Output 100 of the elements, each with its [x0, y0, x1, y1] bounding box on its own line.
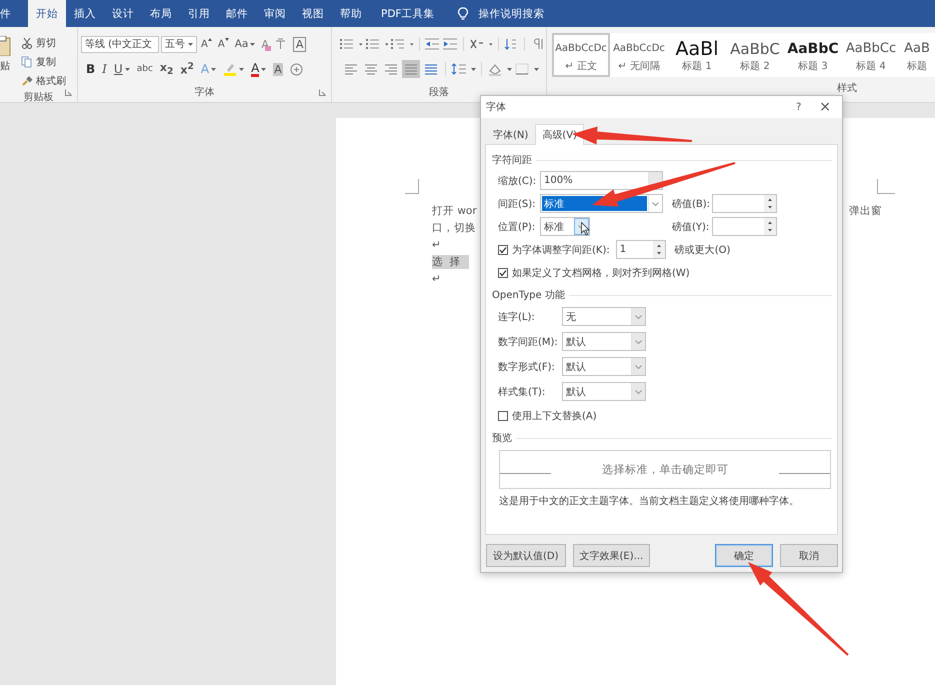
style-item[interactable]: AaBbC 标题 3 [784, 33, 842, 77]
ribbon-tab[interactable]: 邮件 [218, 0, 256, 27]
underline-button[interactable]: U [112, 60, 132, 78]
alignment-icon [345, 64, 357, 74]
dialog-button[interactable]: 确定 [715, 544, 773, 567]
dialog-tab[interactable]: 字体(N) [486, 125, 536, 144]
points-field[interactable] [712, 217, 777, 236]
dialog-launcher-icon[interactable] [65, 89, 72, 96]
subscript-button[interactable]: x$_{2}$ [158, 60, 176, 78]
ribbon-tab[interactable]: 帮助 [332, 0, 370, 27]
dialog-launcher-icon[interactable] [319, 89, 326, 96]
tell-me-search[interactable]: 操作说明搜索 [478, 6, 544, 20]
font-field[interactable]: 等线 (中文正文 [81, 36, 159, 52]
format-painter-button[interactable]: 格式刷 [19, 72, 68, 90]
copy-icon [21, 56, 33, 68]
field-label: 磅值(B): [672, 198, 712, 210]
opentype-combo[interactable]: 默认 [562, 382, 646, 401]
style-name: ↵ 无间隔 [618, 60, 660, 73]
dialog-button[interactable]: 取消 [780, 544, 838, 567]
lightbulb-icon[interactable] [458, 6, 468, 20]
ribbon-tab[interactable]: 布局 [142, 0, 180, 27]
paste-button[interactable]: 贴 [0, 59, 10, 73]
style-item[interactable]: AaBbCc 标题 4 [842, 33, 900, 77]
style-preview: AaBl [676, 39, 718, 59]
scale-combo[interactable]: 100% [540, 171, 663, 190]
asian-layout-icon[interactable] [469, 37, 486, 51]
checkbox-icon[interactable] [498, 244, 508, 254]
document-text: 弹出窗 [849, 204, 882, 218]
borders-icon[interactable] [514, 62, 530, 76]
multilevel-icon[interactable] [390, 37, 406, 51]
line-spacing-icon[interactable] [451, 62, 467, 76]
style-name: 标题 3 [798, 60, 828, 73]
field-label: 磅或更大(O) [674, 244, 730, 256]
field-label: 位置(P): [498, 220, 536, 234]
dialog-button[interactable]: 设为默认值(D) [486, 544, 566, 567]
italic-button[interactable]: I [100, 60, 109, 78]
style-item[interactable]: AaBbC 标题 2 [726, 33, 784, 77]
dialog-button[interactable]: 文字效果(E)... [572, 544, 650, 567]
strikethrough-button[interactable]: abc [134, 60, 155, 78]
contextual-alternates-checkbox[interactable]: 使用上下文替换(A) [498, 408, 597, 422]
style-item[interactable]: AaBbCcDc ↵ 正文 [552, 33, 610, 77]
ribbon-tab[interactable]: 开始 [28, 0, 66, 27]
group-label: 样式 [837, 82, 857, 96]
alignment-icon [385, 64, 397, 74]
shrink-font-button[interactable]: A [216, 34, 231, 54]
justify-button[interactable] [402, 60, 420, 78]
style-item[interactable]: AaBbCcDc ↵ 无间隔 [610, 33, 668, 77]
kerning-checkbox[interactable]: 为字体调整字间距(K): [498, 242, 610, 256]
grow-font-button[interactable]: A [199, 34, 214, 54]
section-title: OpenType 功能 [492, 288, 565, 302]
paintbrush-icon [21, 75, 33, 87]
character-shading-button[interactable]: A [271, 60, 285, 78]
document-text: ↵ [432, 272, 441, 284]
bold-button[interactable]: B [84, 60, 98, 78]
close-button[interactable]: × [816, 99, 834, 115]
mouse-cursor-icon [581, 222, 590, 236]
help-button[interactable]: ? [792, 99, 804, 115]
group-label: 段落 [429, 86, 449, 100]
ribbon-tab[interactable]: 审阅 [256, 0, 294, 27]
ribbon-tab[interactable]: 设计 [104, 0, 142, 27]
field-label: 磅值(Y): [672, 220, 710, 234]
shading-icon[interactable] [487, 62, 503, 76]
spinner-arrows-icon[interactable] [764, 195, 776, 212]
checkbox-icon[interactable] [498, 410, 508, 420]
numbering-icon[interactable] [364, 37, 381, 51]
kerning-field[interactable]: 1 [616, 240, 666, 259]
superscript-button[interactable]: x$^{2}$ [178, 60, 196, 78]
bullets-icon[interactable] [339, 37, 355, 51]
document-text: 打开 wor [432, 204, 477, 218]
increase-indent-icon[interactable] [442, 37, 458, 51]
ribbon-tab[interactable]: 插入 [66, 0, 104, 27]
position-combo[interactable]: 标准 [540, 217, 590, 236]
highlighter-icon [223, 62, 238, 76]
alignment-icon [405, 64, 417, 74]
points-field[interactable] [712, 194, 777, 213]
style-item[interactable]: AaBl 标题 1 [668, 33, 726, 77]
field-label: 缩放(C): [498, 174, 538, 188]
style-item[interactable]: AaB 标题 [900, 33, 934, 77]
opentype-combo[interactable]: 默认 [562, 332, 646, 351]
opentype-combo[interactable]: 默认 [562, 357, 646, 376]
ribbon-tab[interactable]: PDF工具集 [373, 0, 442, 27]
cut-button[interactable]: 剪切 [19, 34, 68, 52]
ribbon-tab[interactable]: 件 [0, 0, 19, 27]
font-color-button[interactable]: A [249, 60, 268, 78]
field-label: 数字间距(M): [498, 336, 559, 348]
spinner-arrows-icon[interactable] [764, 218, 776, 235]
paste-icon[interactable] [0, 36, 12, 56]
chevron-icon [635, 314, 642, 318]
character-border-button[interactable]: A [292, 36, 306, 52]
checkbox-icon[interactable] [498, 268, 508, 278]
copy-button[interactable]: 复制 [19, 53, 68, 71]
decrease-indent-icon[interactable] [424, 37, 440, 51]
change-case-button[interactable]: Aa [232, 34, 258, 54]
field-label: 数字形式(F): [498, 360, 556, 374]
ribbon-tab[interactable]: 视图 [294, 0, 332, 27]
opentype-combo[interactable]: 无 [562, 307, 646, 326]
snap-to-grid-checkbox[interactable]: 如果定义了文档网格，则对齐到网格(W) [498, 266, 690, 280]
font-field[interactable]: 五号 [161, 36, 197, 52]
ribbon-tab[interactable]: 引用 [180, 0, 218, 27]
spinner-arrows-icon[interactable] [652, 241, 665, 258]
